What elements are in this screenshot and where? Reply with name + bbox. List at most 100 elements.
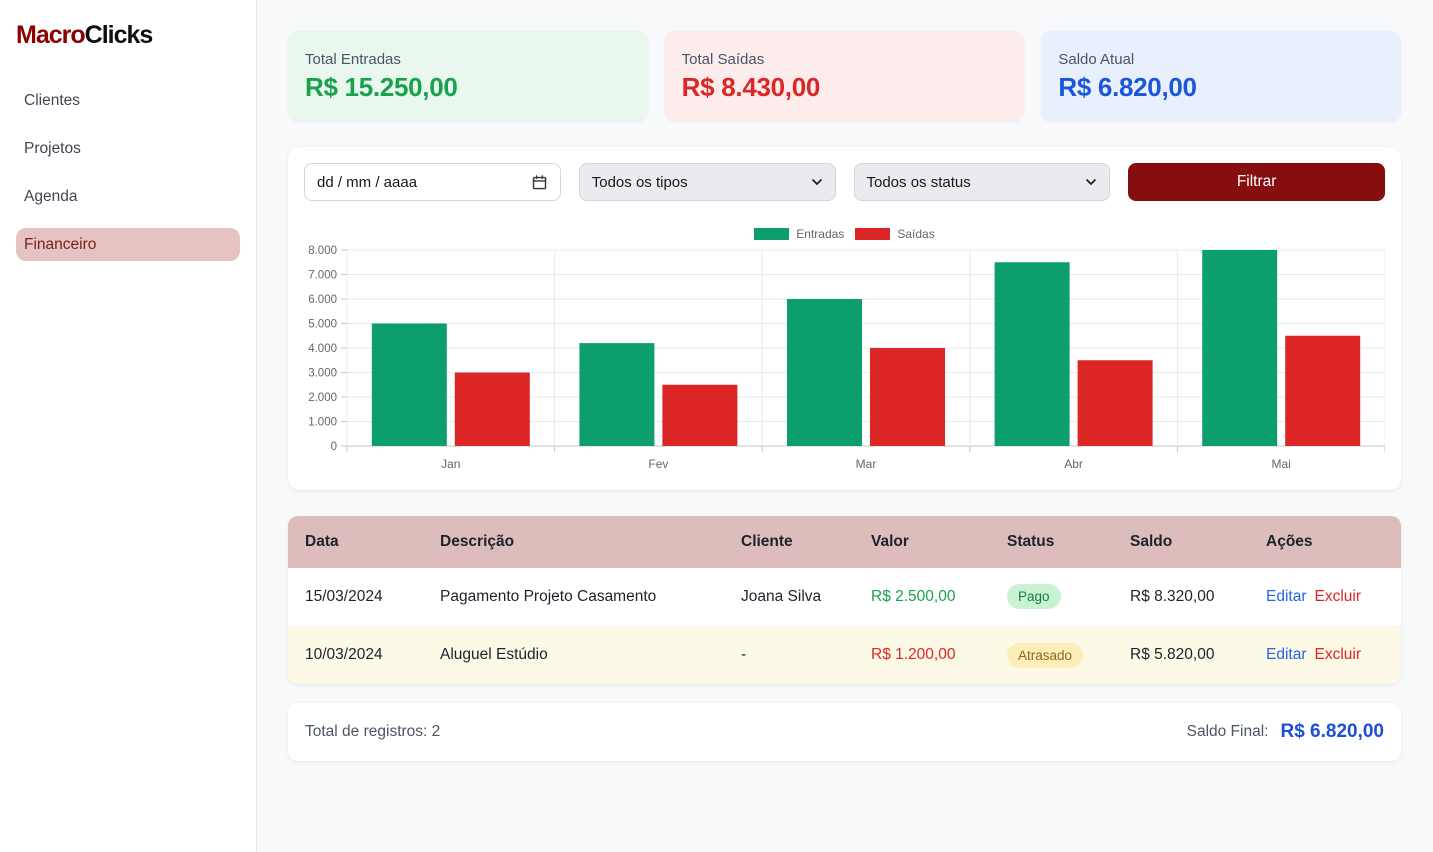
transactions-table: Data Descrição Cliente Valor Status Sald… xyxy=(288,516,1401,684)
delete-link[interactable]: Excluir xyxy=(1315,588,1362,605)
sidebar-item-financeiro[interactable]: Financeiro xyxy=(16,228,240,261)
bar-entradas-Jan xyxy=(372,324,447,447)
filter-bar: dd / mm / aaaa Todos os tipos Todos os s… xyxy=(304,163,1385,201)
status-badge: Atrasado xyxy=(1007,643,1083,668)
svg-text:8.000: 8.000 xyxy=(308,245,337,257)
cell-saldo: R$ 5.820,00 xyxy=(1113,626,1249,684)
card-saldo-atual: Saldo Atual R$ 6.820,00 xyxy=(1041,31,1401,121)
bar-saidas-Fev xyxy=(662,385,737,446)
cell-descricao: Pagamento Projeto Casamento xyxy=(423,568,724,626)
cell-status: Atrasado xyxy=(990,626,1113,684)
svg-text:1.000: 1.000 xyxy=(308,417,337,429)
cell-cliente: - xyxy=(724,626,854,684)
svg-text:Mai: Mai xyxy=(1272,457,1291,471)
cell-valor: R$ 1.200,00 xyxy=(854,626,990,684)
type-select-value: Todos os tipos xyxy=(592,174,811,191)
svg-text:Abr: Abr xyxy=(1064,457,1083,471)
svg-text:4.000: 4.000 xyxy=(308,343,337,355)
cell-acoes: Editar Excluir xyxy=(1249,626,1401,684)
svg-text:6.000: 6.000 xyxy=(308,294,337,306)
bar-entradas-Abr xyxy=(995,262,1070,446)
col-saldo: Saldo xyxy=(1113,516,1249,568)
chevron-down-icon xyxy=(811,178,823,186)
app-logo: MacroClicks xyxy=(16,21,240,50)
logo-primary: Macro xyxy=(16,21,85,49)
svg-text:0: 0 xyxy=(331,441,337,453)
cell-saldo: R$ 8.320,00 xyxy=(1113,568,1249,626)
cell-descricao: Aluguel Estúdio xyxy=(423,626,724,684)
card-label: Total Entradas xyxy=(305,51,631,68)
filter-chart-panel: dd / mm / aaaa Todos os tipos Todos os s… xyxy=(288,147,1401,490)
sidebar-item-projetos[interactable]: Projetos xyxy=(16,132,240,165)
sidebar-item-clientes[interactable]: Clientes xyxy=(16,84,240,117)
status-badge: Pago xyxy=(1007,584,1061,609)
saidas-swatch xyxy=(855,228,890,240)
bar-entradas-Fev xyxy=(579,343,654,446)
chart-legend: Entradas Saídas xyxy=(304,227,1385,241)
svg-text:5.000: 5.000 xyxy=(308,319,337,331)
svg-text:Mar: Mar xyxy=(856,457,877,471)
cell-acoes: Editar Excluir xyxy=(1249,568,1401,626)
bar-saidas-Abr xyxy=(1078,360,1153,446)
col-acoes: Ações xyxy=(1249,516,1401,568)
saldo-final: Saldo Final: R$ 6.820,00 xyxy=(1187,721,1384,743)
card-total-saidas: Total Saídas R$ 8.430,00 xyxy=(665,31,1025,121)
cell-data: 10/03/2024 xyxy=(288,626,423,684)
table-header-row: Data Descrição Cliente Valor Status Sald… xyxy=(288,516,1401,568)
legend-entradas[interactable]: Entradas xyxy=(754,227,844,241)
card-value: R$ 15.250,00 xyxy=(305,72,631,103)
entradas-swatch xyxy=(754,228,789,240)
date-placeholder: dd / mm / aaaa xyxy=(317,174,531,191)
col-valor: Valor xyxy=(854,516,990,568)
cell-cliente: Joana Silva xyxy=(724,568,854,626)
edit-link[interactable]: Editar xyxy=(1266,588,1307,605)
type-filter-select[interactable]: Todos os tipos xyxy=(579,163,836,201)
main-content: Total Entradas R$ 15.250,00 Total Saídas… xyxy=(257,0,1433,852)
bar-saidas-Mai xyxy=(1285,336,1360,446)
legend-entradas-label: Entradas xyxy=(796,227,844,241)
cell-data: 15/03/2024 xyxy=(288,568,423,626)
card-total-entradas: Total Entradas R$ 15.250,00 xyxy=(288,31,648,121)
delete-link[interactable]: Excluir xyxy=(1315,646,1362,663)
table-row: 15/03/2024 Pagamento Projeto Casamento J… xyxy=(288,568,1401,626)
date-filter-input[interactable]: dd / mm / aaaa xyxy=(304,163,561,201)
saldo-final-value: R$ 6.820,00 xyxy=(1280,721,1384,743)
chevron-down-icon xyxy=(1085,178,1097,186)
col-descricao: Descrição xyxy=(423,516,724,568)
transactions-table-panel: Data Descrição Cliente Valor Status Sald… xyxy=(288,516,1401,684)
table-row: 10/03/2024 Aluguel Estúdio - R$ 1.200,00… xyxy=(288,626,1401,684)
summary-footer: Total de registros: 2 Saldo Final: R$ 6.… xyxy=(288,703,1401,761)
logo-secondary: Clicks xyxy=(85,21,153,49)
col-status: Status xyxy=(990,516,1113,568)
col-data: Data xyxy=(288,516,423,568)
cell-valor: R$ 2.500,00 xyxy=(854,568,990,626)
svg-text:3.000: 3.000 xyxy=(308,368,337,380)
sidebar-nav: Clientes Projetos Agenda Financeiro xyxy=(16,84,240,261)
summary-cards: Total Entradas R$ 15.250,00 Total Saídas… xyxy=(288,31,1401,121)
saldo-final-label: Saldo Final: xyxy=(1187,723,1269,741)
total-registros: Total de registros: 2 xyxy=(305,723,440,741)
col-cliente: Cliente xyxy=(724,516,854,568)
bar-entradas-Mar xyxy=(787,299,862,446)
svg-text:Jan: Jan xyxy=(441,457,460,471)
sidebar-item-agenda[interactable]: Agenda xyxy=(16,180,240,213)
edit-link[interactable]: Editar xyxy=(1266,646,1307,663)
card-value: R$ 8.430,00 xyxy=(682,72,1008,103)
status-select-value: Todos os status xyxy=(867,174,1086,191)
card-value: R$ 6.820,00 xyxy=(1058,72,1384,103)
filter-button[interactable]: Filtrar xyxy=(1128,163,1385,201)
bar-chart: 0 1.000 2.000 3.000 4.000 5.000 6.000 7.000 8.00… xyxy=(304,244,1385,474)
cell-status: Pago xyxy=(990,568,1113,626)
bar-entradas-Mai xyxy=(1202,250,1277,446)
legend-saidas-label: Saídas xyxy=(897,227,934,241)
svg-text:7.000: 7.000 xyxy=(308,270,337,282)
sidebar: MacroClicks Clientes Projetos Agenda Fin… xyxy=(0,0,257,852)
calendar-icon[interactable] xyxy=(531,174,548,191)
card-label: Total Saídas xyxy=(682,51,1008,68)
legend-saidas[interactable]: Saídas xyxy=(855,227,934,241)
svg-text:2.000: 2.000 xyxy=(308,392,337,404)
bar-saidas-Jan xyxy=(455,373,530,447)
svg-text:Fev: Fev xyxy=(648,457,668,471)
bar-saidas-Mar xyxy=(870,348,945,446)
status-filter-select[interactable]: Todos os status xyxy=(854,163,1111,201)
